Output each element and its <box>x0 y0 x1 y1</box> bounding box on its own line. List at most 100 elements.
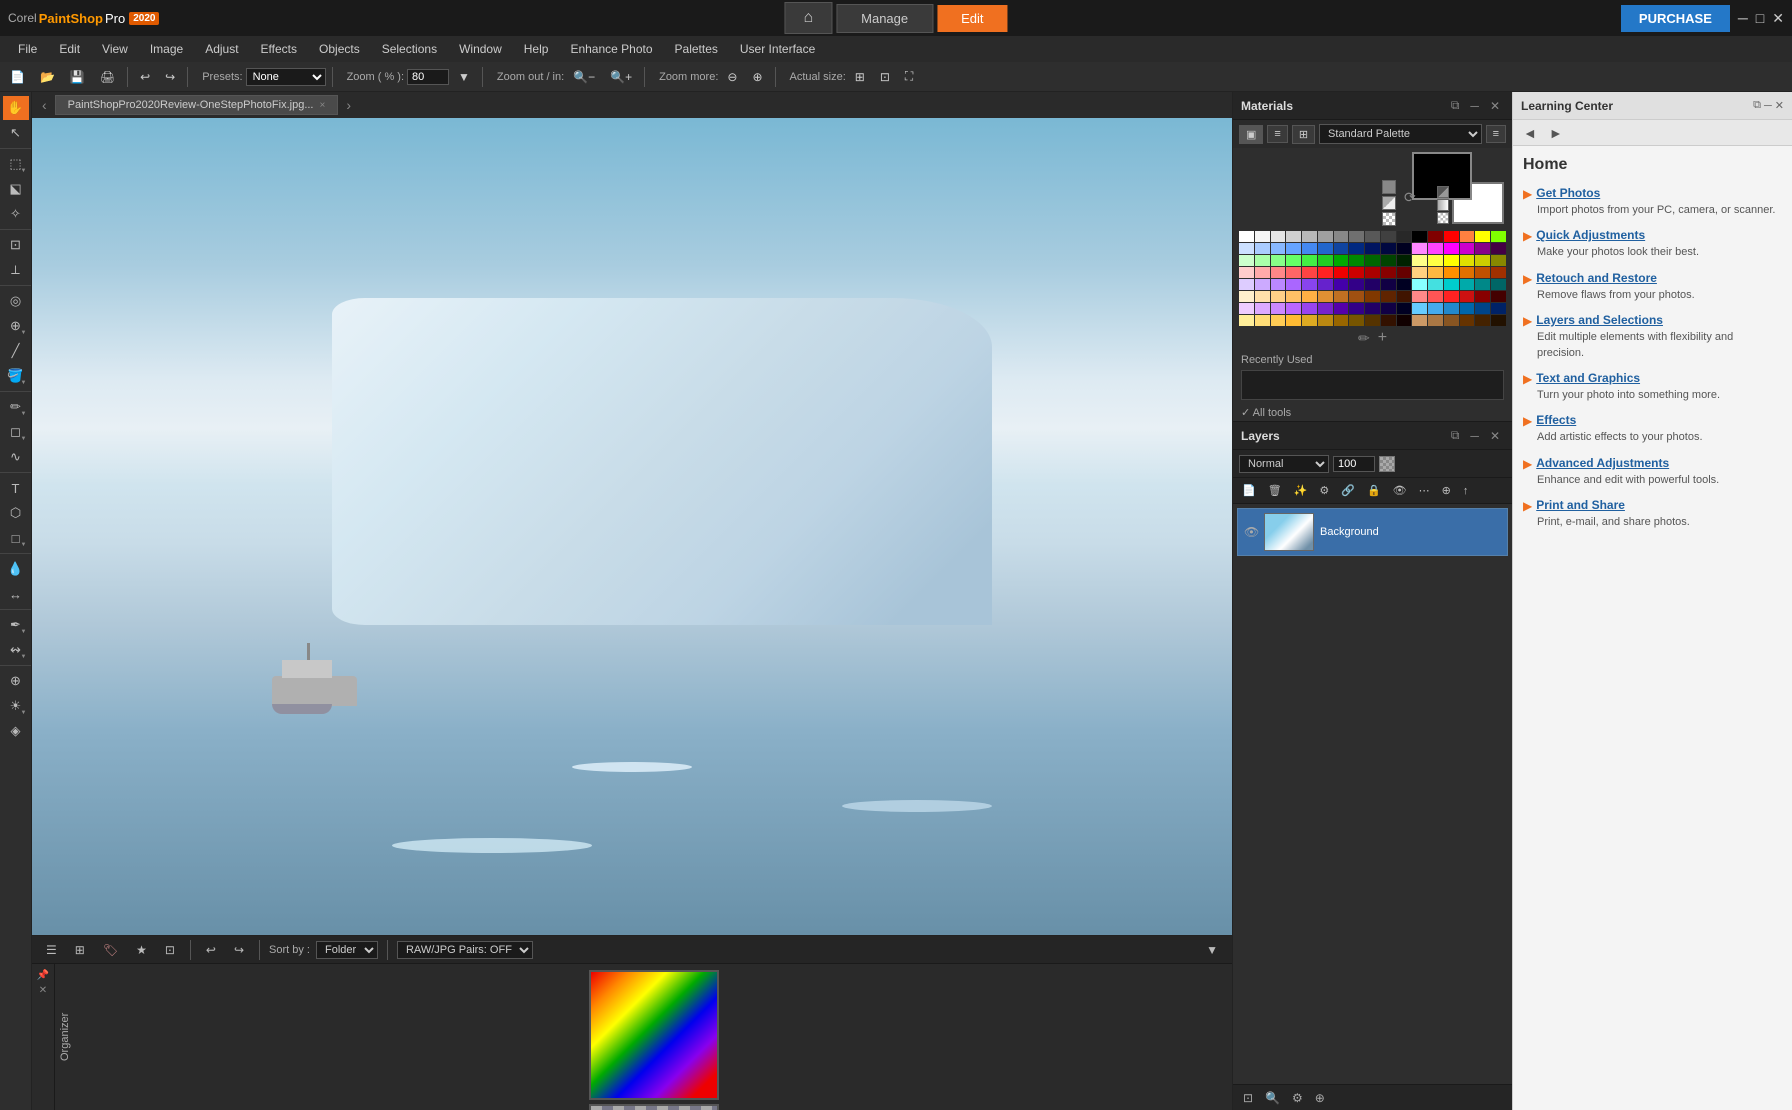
swatch[interactable] <box>1475 255 1490 266</box>
org-filter-btn[interactable]: ⊡ <box>159 940 181 960</box>
lc-section-title-6[interactable]: Advanced Adjustments <box>1536 456 1669 470</box>
swatch[interactable] <box>1334 279 1349 290</box>
layers-minimize-btn[interactable]: ─ <box>1466 427 1483 444</box>
new-layer-btn[interactable]: 📄 <box>1237 481 1261 500</box>
layers-undock-btn[interactable]: ⧉ <box>1447 427 1464 444</box>
purchase-button[interactable]: PURCHASE <box>1621 5 1730 32</box>
swatch[interactable] <box>1444 315 1459 326</box>
lc-section-title-4[interactable]: Text and Graphics <box>1536 371 1640 385</box>
lc-section-header-2[interactable]: ▶ Retouch and Restore <box>1523 271 1782 286</box>
swatch[interactable] <box>1412 303 1427 314</box>
swatch[interactable] <box>1381 291 1396 302</box>
swatch[interactable] <box>1397 279 1412 290</box>
swatch[interactable] <box>1412 267 1427 278</box>
menu-help[interactable]: Help <box>514 39 559 59</box>
sort-by-select[interactable]: Folder <box>316 941 378 959</box>
swatch[interactable] <box>1491 267 1506 278</box>
swatch[interactable] <box>1286 231 1301 242</box>
pick-tool[interactable]: ↖ <box>3 121 29 145</box>
swatch[interactable] <box>1255 255 1270 266</box>
swatch[interactable] <box>1444 267 1459 278</box>
swatch[interactable] <box>1365 291 1380 302</box>
menu-effects[interactable]: Effects <box>251 39 307 59</box>
swap-colors-btn[interactable]: ⟳ <box>1404 189 1416 206</box>
swatch[interactable] <box>1428 267 1443 278</box>
org-color-btn[interactable]: 🏷 <box>97 940 124 960</box>
measure-tool[interactable]: ↔ <box>3 582 29 606</box>
swatch[interactable] <box>1412 231 1427 242</box>
menu-enhance-photo[interactable]: Enhance Photo <box>560 39 662 59</box>
swatch[interactable] <box>1286 303 1301 314</box>
swatch[interactable] <box>1286 267 1301 278</box>
swatch[interactable] <box>1491 303 1506 314</box>
swatch[interactable] <box>1365 255 1380 266</box>
swatch[interactable] <box>1255 291 1270 302</box>
swatch[interactable] <box>1302 255 1317 266</box>
swatch[interactable] <box>1428 255 1443 266</box>
dodge-burn-tool[interactable]: ☀▼ <box>3 694 29 718</box>
swatch[interactable] <box>1349 243 1364 254</box>
tab-close-btn[interactable]: × <box>320 100 326 111</box>
swatch[interactable] <box>1428 315 1443 326</box>
manage-tab[interactable]: Manage <box>836 4 933 33</box>
layer-visibility-btn[interactable]: 👁 <box>1388 481 1412 500</box>
swatch[interactable] <box>1475 291 1490 302</box>
layer-item-background[interactable]: 👁 Background <box>1237 508 1508 556</box>
dropper-tool[interactable]: 💧 <box>3 557 29 581</box>
undo-btn[interactable]: ↩ <box>134 67 156 87</box>
swatch[interactable] <box>1381 267 1396 278</box>
menu-ui[interactable]: User Interface <box>730 39 825 59</box>
swatch[interactable] <box>1349 255 1364 266</box>
swatch[interactable] <box>1271 303 1286 314</box>
vector-tool[interactable]: ⬡ <box>3 501 29 525</box>
swatch[interactable] <box>1349 315 1364 326</box>
swatch[interactable] <box>1475 267 1490 278</box>
freehand-tool[interactable]: ⬕ <box>3 177 29 201</box>
palette-options-btn[interactable]: ≡ <box>1486 125 1506 143</box>
swatch[interactable] <box>1334 255 1349 266</box>
swatch[interactable] <box>1381 315 1396 326</box>
gradient-swatch[interactable] <box>1437 199 1449 211</box>
swatch[interactable] <box>1460 315 1475 326</box>
swatch[interactable] <box>1412 291 1427 302</box>
add-swatch-btn[interactable]: + <box>1378 329 1387 347</box>
organizer-tab-label[interactable]: Organizer <box>54 964 75 1110</box>
org-view-btn2[interactable]: ⊞ <box>69 940 91 960</box>
swatch[interactable] <box>1491 243 1506 254</box>
lc-section-header-6[interactable]: ▶ Advanced Adjustments <box>1523 456 1782 471</box>
swatch[interactable] <box>1444 303 1459 314</box>
pan-tool[interactable]: ✋ <box>3 96 29 120</box>
swatch[interactable] <box>1349 267 1364 278</box>
org-close-side-btn[interactable]: ✕ <box>37 983 49 998</box>
zoom-out-btn[interactable]: 🔍− <box>567 67 601 87</box>
swatch[interactable] <box>1444 255 1459 266</box>
swatch[interactable] <box>1302 231 1317 242</box>
swatch[interactable] <box>1255 303 1270 314</box>
edit-swatch-btn[interactable]: ✏ <box>1358 330 1370 347</box>
swatch[interactable] <box>1334 315 1349 326</box>
swatch[interactable] <box>1286 255 1301 266</box>
swatch[interactable] <box>1491 279 1506 290</box>
org-view-btn1[interactable]: ☰ <box>40 940 63 960</box>
swatch[interactable] <box>1349 291 1364 302</box>
swatch[interactable] <box>1239 303 1254 314</box>
red-eye-tool[interactable]: ◎ <box>3 289 29 313</box>
swatch[interactable] <box>1460 267 1475 278</box>
layer-merge-btn[interactable]: ⊕ <box>1437 481 1456 500</box>
swatch[interactable] <box>1349 279 1364 290</box>
swatch[interactable] <box>1460 279 1475 290</box>
swatch[interactable] <box>1381 279 1396 290</box>
swatch[interactable] <box>1318 267 1333 278</box>
swatch[interactable] <box>1444 291 1459 302</box>
fill-tool[interactable]: 🪣▼ <box>3 364 29 388</box>
swatch[interactable] <box>1491 315 1506 326</box>
menu-selections[interactable]: Selections <box>372 39 447 59</box>
swatch[interactable] <box>1365 267 1380 278</box>
fit-window-btn[interactable]: ⊡ <box>874 67 896 87</box>
swatch[interactable] <box>1397 303 1412 314</box>
materials-close-btn[interactable]: ✕ <box>1486 97 1504 114</box>
swatch[interactable] <box>1302 315 1317 326</box>
swatch[interactable] <box>1239 255 1254 266</box>
lc-section-title-0[interactable]: Get Photos <box>1536 186 1600 200</box>
lc-section-header-7[interactable]: ▶ Print and Share <box>1523 498 1782 513</box>
